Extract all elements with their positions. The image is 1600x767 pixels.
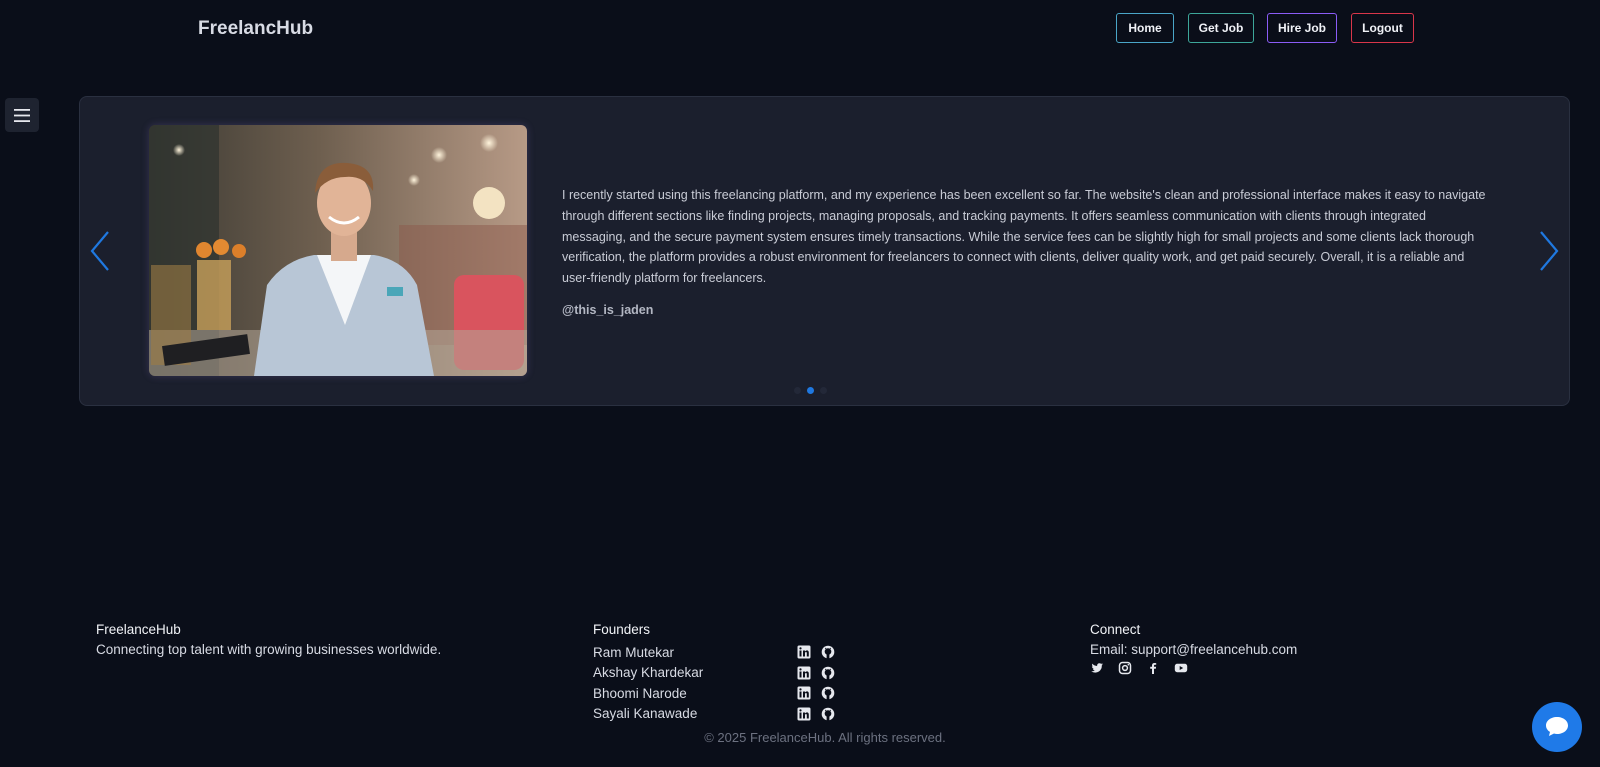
footer-brand: FreelanceHub (96, 622, 181, 637)
footer-about: FreelanceHub Connecting top talent with … (96, 622, 441, 657)
founder-name: Sayali Kanawade (593, 706, 698, 722)
carousel-indicators (794, 387, 827, 394)
carousel-dot[interactable] (794, 387, 801, 394)
chat-bubble-icon (1546, 717, 1568, 736)
linkedin-icon[interactable] (797, 645, 811, 659)
github-icon[interactable] (821, 686, 835, 700)
linkedin-icon[interactable] (797, 707, 811, 721)
nav-home-button[interactable]: Home (1116, 13, 1174, 43)
twitter-icon[interactable] (1090, 661, 1104, 675)
carousel-next-icon[interactable] (1537, 230, 1561, 272)
chat-button[interactable] (1532, 702, 1582, 752)
founders-title: Founders (593, 622, 651, 637)
founder-row: Bhoomi Narode (593, 683, 853, 704)
github-icon[interactable] (821, 707, 835, 721)
instagram-icon[interactable] (1118, 661, 1132, 675)
sidebar-toggle-button[interactable] (5, 98, 39, 132)
youtube-icon[interactable] (1174, 661, 1188, 675)
nav-logout-button[interactable]: Logout (1351, 13, 1414, 43)
footer-tagline: Connecting top talent with growing busin… (96, 642, 442, 657)
linkedin-icon[interactable] (797, 666, 811, 680)
footer-connect: Connect Email: support@freelancehub.com (1090, 622, 1297, 675)
testimonial-carousel: I recently started using this freelancin… (79, 96, 1570, 406)
copyright: © 2025 FreelanceHub. All rights reserved… (704, 730, 946, 745)
nav-get-job-button[interactable]: Get Job (1188, 13, 1254, 43)
github-icon[interactable] (821, 645, 835, 659)
testimonial-quote: I recently started using this freelancin… (562, 188, 1486, 286)
nav-hire-job-button[interactable]: Hire Job (1267, 13, 1337, 43)
facebook-icon[interactable] (1146, 661, 1160, 675)
carousel-dot[interactable] (820, 387, 827, 394)
founder-name: Bhoomi Narode (593, 685, 687, 701)
top-nav: Home Get Job Hire Job Logout (0, 13, 1600, 43)
hamburger-icon (14, 108, 30, 122)
founder-name: Ram Mutekar (593, 644, 675, 660)
linkedin-icon[interactable] (797, 686, 811, 700)
founder-row: Akshay Khardekar (593, 663, 853, 684)
carousel-dot-active[interactable] (807, 387, 814, 394)
founder-name: Akshay Khardekar (593, 665, 704, 681)
connect-title: Connect (1090, 622, 1141, 637)
testimonial-author: @this_is_jaden (562, 303, 654, 317)
support-email[interactable]: Email: support@freelancehub.com (1090, 642, 1297, 657)
footer-founders: Founders Ram Mutekar Akshay Khardekar Bh… (593, 622, 853, 724)
github-icon[interactable] (821, 666, 835, 680)
founder-row: Sayali Kanawade (593, 704, 853, 725)
social-links (1090, 661, 1297, 675)
testimonial-photo (149, 125, 527, 376)
founder-row: Ram Mutekar (593, 642, 853, 663)
carousel-prev-icon[interactable] (88, 230, 112, 272)
